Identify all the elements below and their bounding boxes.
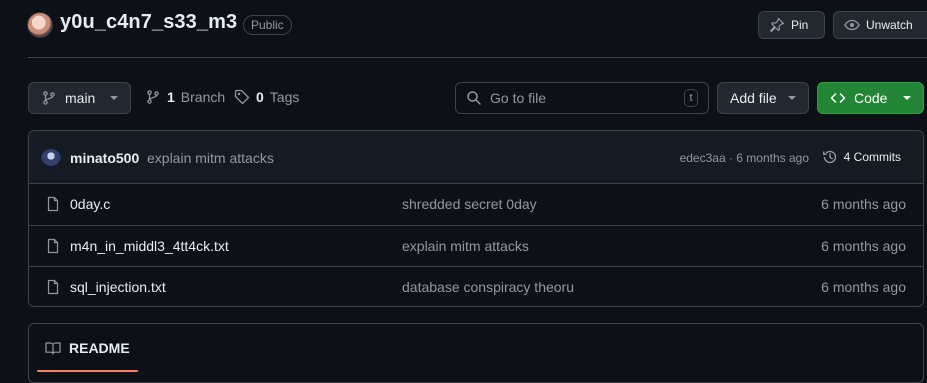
- unwatch-label: Unwatch: [866, 18, 913, 32]
- history-icon: [822, 149, 838, 165]
- header-divider: [28, 57, 927, 58]
- table-row[interactable]: m4n_in_middl3_4tt4ck.txt explain mitm at…: [29, 225, 923, 266]
- file-commit-message[interactable]: shredded secret 0day: [402, 196, 537, 212]
- code-button[interactable]: Code: [817, 82, 924, 114]
- keyboard-shortcut-hint: t: [684, 89, 698, 107]
- code-label: Code: [854, 90, 888, 106]
- active-tab-indicator: [37, 370, 138, 372]
- table-row[interactable]: sql_injection.txt database conspiracy th…: [29, 266, 923, 306]
- file-updated-time: 6 months ago: [821, 238, 906, 254]
- unwatch-button[interactable]: Unwatch: [833, 11, 927, 39]
- commits-history-link[interactable]: 4 Commits: [822, 149, 901, 165]
- visibility-badge: Public: [243, 15, 292, 35]
- tags-link[interactable]: 0 Tags: [234, 89, 299, 105]
- commits-count: 4 Commits: [843, 150, 901, 164]
- file-name[interactable]: m4n_in_middl3_4tt4ck.txt: [70, 238, 229, 254]
- file-icon: [45, 238, 61, 254]
- tab-readme[interactable]: README: [45, 340, 130, 356]
- git-branch-icon: [41, 90, 57, 106]
- search-input[interactable]: [490, 90, 670, 106]
- branch-select-button[interactable]: main: [28, 82, 131, 114]
- commit-author[interactable]: minato500: [70, 150, 139, 166]
- tag-count-label: Tags: [269, 89, 300, 105]
- code-icon: [830, 90, 846, 106]
- repo-owner-avatar[interactable]: [28, 13, 52, 37]
- chevron-down-icon: [110, 96, 118, 100]
- book-icon: [45, 340, 61, 356]
- chevron-down-icon: [788, 96, 796, 100]
- branch-name: main: [65, 90, 96, 106]
- chevron-down-icon: [903, 96, 911, 100]
- file-browser: minato500 explain mitm attacks edec3aa ·…: [28, 130, 924, 307]
- file-commit-message[interactable]: database conspiracy theoru: [402, 279, 574, 295]
- file-name[interactable]: 0day.c: [70, 196, 110, 212]
- search-icon: [466, 90, 482, 106]
- add-file-label: Add file: [730, 90, 777, 106]
- branch-count: 1: [167, 89, 175, 105]
- go-to-file-search[interactable]: t: [455, 82, 709, 114]
- file-updated-time: 6 months ago: [821, 196, 906, 212]
- file-commit-message[interactable]: explain mitm attacks: [402, 238, 529, 254]
- tag-count: 0: [256, 89, 264, 105]
- eye-icon: [844, 17, 860, 33]
- avatar[interactable]: [41, 149, 61, 169]
- pin-icon: [769, 17, 785, 33]
- file-updated-time: 6 months ago: [821, 279, 906, 295]
- pin-label: Pin: [791, 18, 809, 32]
- file-icon: [45, 196, 61, 212]
- repo-title[interactable]: y0u_c4n7_s33_m3: [60, 11, 237, 34]
- commit-message[interactable]: explain mitm attacks: [147, 150, 274, 166]
- branch-count-label: Branch: [180, 89, 226, 105]
- table-row[interactable]: 0day.c shredded secret 0day 6 months ago: [29, 184, 923, 225]
- pin-button[interactable]: Pin: [758, 11, 825, 39]
- readme-tab-label: README: [69, 340, 130, 356]
- git-branch-icon: [145, 89, 161, 105]
- file-icon: [45, 279, 61, 295]
- commit-hash-time[interactable]: edec3aa · 6 months ago: [680, 151, 809, 165]
- tag-icon: [234, 89, 250, 105]
- latest-commit-bar: minato500 explain mitm attacks edec3aa ·…: [29, 131, 923, 184]
- readme-panel: README: [28, 323, 924, 383]
- branches-link[interactable]: 1 Branch: [145, 89, 225, 105]
- add-file-button[interactable]: Add file: [717, 82, 809, 114]
- file-name[interactable]: sql_injection.txt: [70, 279, 166, 295]
